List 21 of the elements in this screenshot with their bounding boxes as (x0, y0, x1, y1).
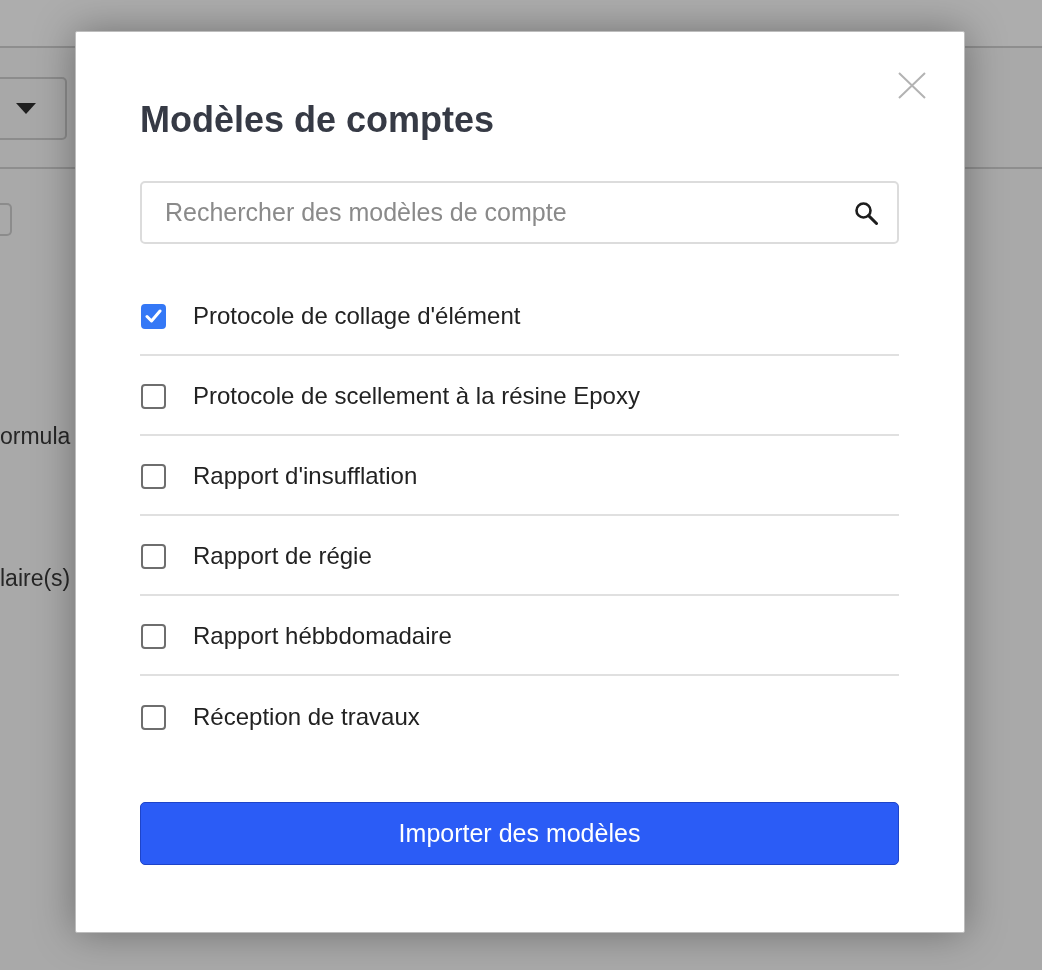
template-label[interactable]: Rapport hébbdomadaire (193, 622, 452, 650)
template-label[interactable]: Protocole de scellement à la résine Epoxy (193, 382, 640, 410)
form-label: ormula (0, 422, 71, 451)
import-button[interactable]: Importer des modèles (140, 802, 899, 865)
dialog-title: Modèles de comptes (140, 98, 495, 142)
caret-icon (16, 103, 36, 114)
checkbox[interactable] (141, 463, 166, 489)
checkbox[interactable] (141, 543, 166, 569)
checkbox[interactable] (141, 303, 166, 329)
search-icon (854, 201, 878, 225)
template-label[interactable]: Réception de travaux (193, 703, 420, 731)
search-field[interactable]: Rechercher des modèles de compte (140, 181, 899, 244)
template-label[interactable]: Rapport d'insufflation (193, 462, 418, 490)
template-label[interactable]: Rapport de régie (193, 542, 372, 570)
checkbox[interactable] (141, 704, 166, 730)
template-label[interactable]: Protocole de collage d'élément (193, 302, 521, 330)
dropdown-button[interactable] (0, 77, 67, 140)
checkbox[interactable] (141, 623, 166, 649)
checkbox[interactable] (141, 383, 166, 409)
form-label: laire(s) (0, 564, 71, 593)
input-field[interactable] (0, 203, 12, 236)
